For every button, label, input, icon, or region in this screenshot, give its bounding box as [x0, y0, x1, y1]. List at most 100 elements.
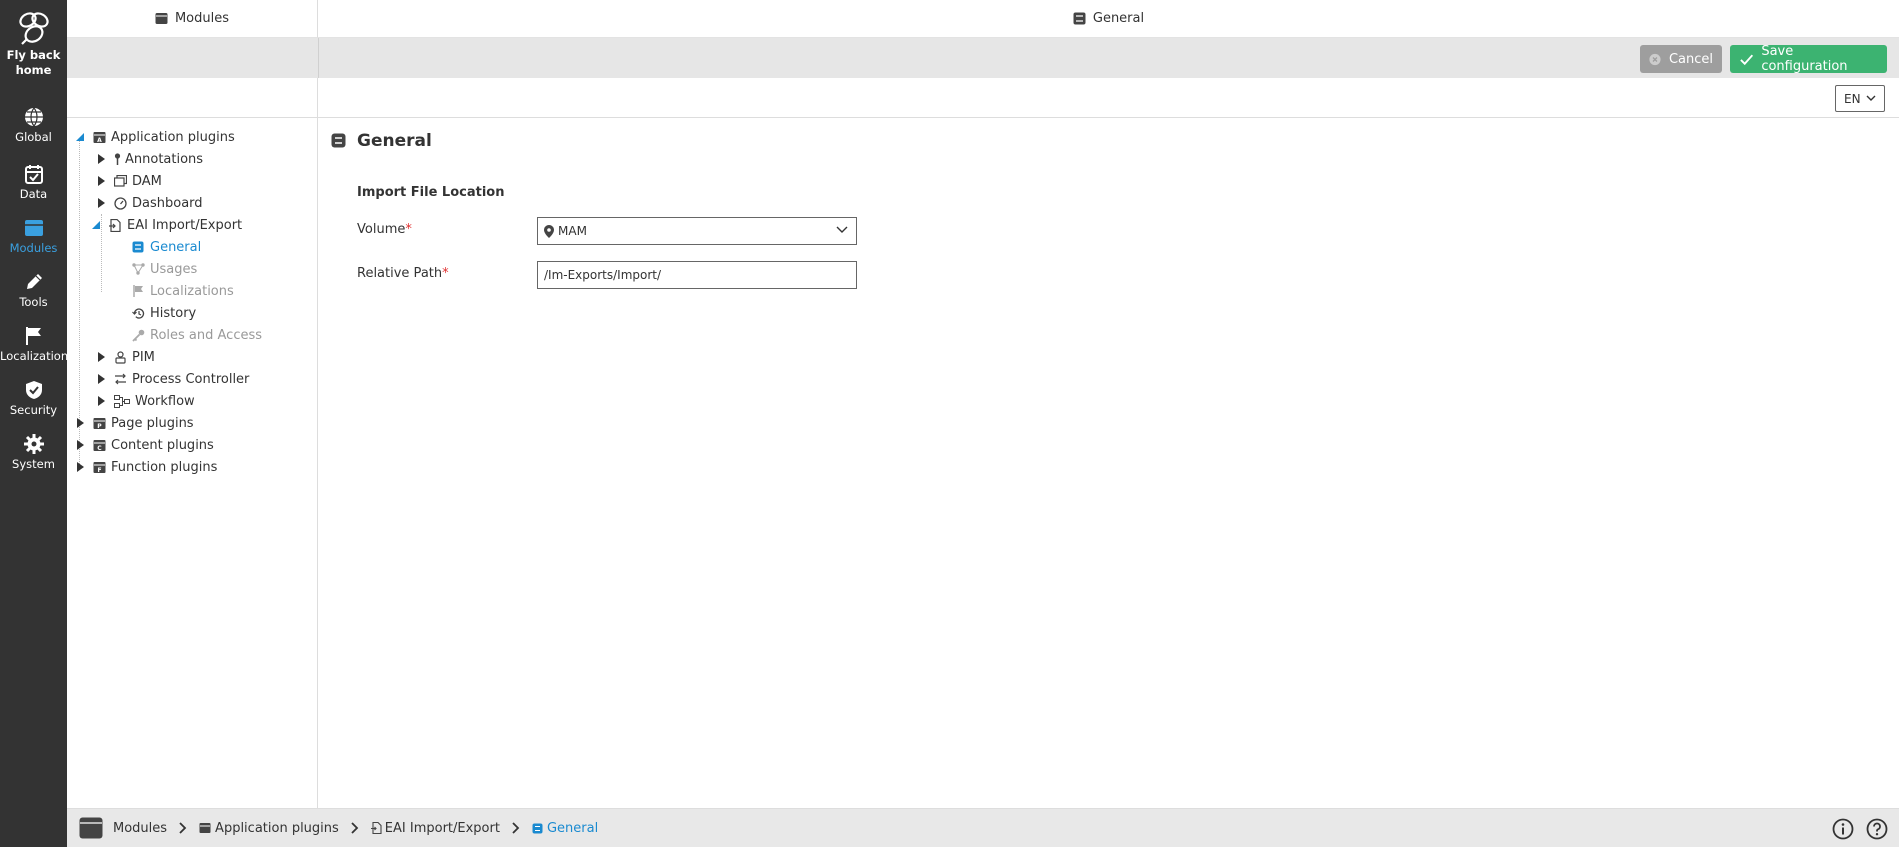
location-pin-icon — [544, 224, 554, 238]
calendar-icon — [24, 165, 43, 184]
svg-text:F: F — [97, 467, 101, 474]
tree-panel-title: Modules — [174, 11, 230, 26]
chevron-down-icon — [1866, 95, 1876, 101]
content-subbar — [318, 78, 1899, 118]
tree-node-page-plugins[interactable]: P Page plugins — [74, 412, 194, 434]
tree-panel-header: Modules — [67, 0, 318, 38]
tree-node-process-controller[interactable]: Process Controller — [95, 368, 249, 390]
rail-item-security-label: Security — [9, 403, 58, 417]
general-settings-icon — [331, 133, 346, 148]
globe-icon — [24, 107, 43, 127]
save-configuration-button[interactable]: Save configuration — [1730, 44, 1887, 74]
expanded-triangle-icon[interactable] — [90, 219, 102, 231]
general-settings-icon — [532, 823, 543, 833]
chevron-right-icon — [179, 822, 187, 834]
relative-path-input[interactable] — [537, 261, 857, 289]
key-icon — [131, 328, 145, 342]
collapsed-triangle-icon[interactable] — [74, 439, 86, 451]
modules-icon[interactable] — [79, 817, 103, 839]
process-icon — [113, 372, 127, 386]
rail-item-tools[interactable]: Tools — [0, 271, 67, 309]
action-toolbar — [67, 38, 1899, 78]
breadcrumb-application-plugins[interactable]: Application plugins — [199, 821, 339, 836]
info-icon[interactable] — [1832, 818, 1854, 840]
tree-node-content-plugins[interactable]: C Content plugins — [74, 434, 214, 456]
rail-item-localization[interactable]: Localization — [0, 325, 68, 363]
breadcrumb-general[interactable]: General — [532, 821, 598, 836]
tree-node-usages[interactable]: Usages — [131, 258, 197, 280]
modules-icon — [155, 13, 168, 24]
collapsed-triangle-icon[interactable] — [74, 461, 86, 473]
tree-node-label: Content plugins — [111, 437, 214, 453]
tree-node-dam[interactable]: DAM — [95, 170, 162, 192]
plugin-folder-icon — [199, 823, 211, 833]
rail-item-system[interactable]: System — [0, 433, 67, 471]
fly-back-home-button[interactable]: Fly back home — [0, 10, 67, 78]
cancel-button[interactable]: Cancel — [1640, 45, 1722, 73]
collapsed-triangle-icon[interactable] — [95, 175, 107, 187]
pin-icon — [113, 152, 121, 166]
collapsed-triangle-icon[interactable] — [95, 351, 107, 363]
plugin-folder-icon: F — [92, 460, 106, 474]
flag-icon — [131, 284, 145, 298]
tree-node-label: Annotations — [125, 151, 204, 167]
chevron-right-icon — [351, 822, 359, 834]
save-configuration-label: Save configuration — [1761, 44, 1848, 74]
tree-node-label: PIM — [132, 349, 155, 365]
network-icon — [131, 262, 145, 276]
footer-actions — [1832, 818, 1888, 840]
required-marker: * — [405, 222, 412, 237]
tree-node-roles-and-access[interactable]: Roles and Access — [131, 324, 262, 346]
rail-item-global[interactable]: Global — [0, 106, 67, 144]
rail-item-modules[interactable]: Modules — [0, 217, 67, 255]
rail-item-security[interactable]: Security — [0, 379, 67, 417]
breadcrumb-eai-import-export[interactable]: EAI Import/Export — [370, 821, 500, 836]
tree-node-pim[interactable]: PIM — [95, 346, 155, 368]
breadcrumb-modules[interactable]: Modules — [113, 821, 167, 836]
collapsed-triangle-icon[interactable] — [95, 395, 107, 407]
tree-node-general[interactable]: General — [131, 236, 201, 258]
file-import-icon — [370, 822, 382, 834]
language-select[interactable]: EN — [1835, 85, 1885, 112]
module-tree: A Application plugins Annotations DAM Da… — [67, 118, 318, 808]
breadcrumb-bar: Modules Application plugins EAI Import/E… — [67, 808, 1899, 847]
tree-node-history[interactable]: History — [131, 302, 196, 324]
relative-path-label-text: Relative Path — [357, 266, 443, 281]
tree-node-label: Workflow — [135, 393, 195, 409]
collapsed-triangle-icon[interactable] — [95, 197, 107, 209]
tree-node-eai-import-export[interactable]: EAI Import/Export — [90, 214, 242, 236]
workflow-icon — [113, 394, 130, 408]
tree-node-label: Dashboard — [132, 195, 203, 211]
collapsed-triangle-icon[interactable] — [95, 373, 107, 385]
breadcrumb-label: General — [546, 820, 599, 836]
tree-node-dashboard[interactable]: Dashboard — [95, 192, 203, 214]
tree-node-application-plugins[interactable]: A Application plugins — [74, 126, 235, 148]
collapsed-triangle-icon[interactable] — [74, 417, 86, 429]
svg-text:C: C — [97, 445, 102, 452]
modules-icon — [24, 220, 43, 236]
tree-node-label: Usages — [150, 261, 198, 277]
shield-icon — [25, 381, 42, 399]
tree-node-workflow[interactable]: Workflow — [95, 390, 195, 412]
tree-node-label: History — [150, 305, 197, 321]
gauge-icon — [113, 196, 127, 210]
tree-node-annotations[interactable]: Annotations — [95, 148, 203, 170]
history-icon — [131, 306, 145, 320]
tree-node-label: DAM — [132, 173, 162, 189]
cancel-button-label: Cancel — [1668, 51, 1713, 67]
required-marker: * — [442, 266, 449, 281]
volume-select[interactable]: MAM — [537, 217, 857, 245]
rail-item-data-label: Data — [19, 187, 48, 201]
tree-node-localizations[interactable]: Localizations — [131, 280, 234, 302]
collapsed-triangle-icon[interactable] — [95, 153, 107, 165]
cubes-icon — [113, 350, 127, 364]
rail-item-modules-label: Modules — [9, 241, 58, 255]
general-settings-icon — [131, 240, 145, 254]
volume-field-label: Volume* — [357, 222, 412, 237]
gear-icon — [23, 434, 44, 454]
help-icon[interactable] — [1866, 818, 1888, 840]
tree-node-function-plugins[interactable]: F Function plugins — [74, 456, 217, 478]
general-settings-icon — [1073, 12, 1086, 25]
expanded-triangle-icon[interactable] — [74, 131, 86, 143]
rail-item-data[interactable]: Data — [0, 163, 67, 201]
